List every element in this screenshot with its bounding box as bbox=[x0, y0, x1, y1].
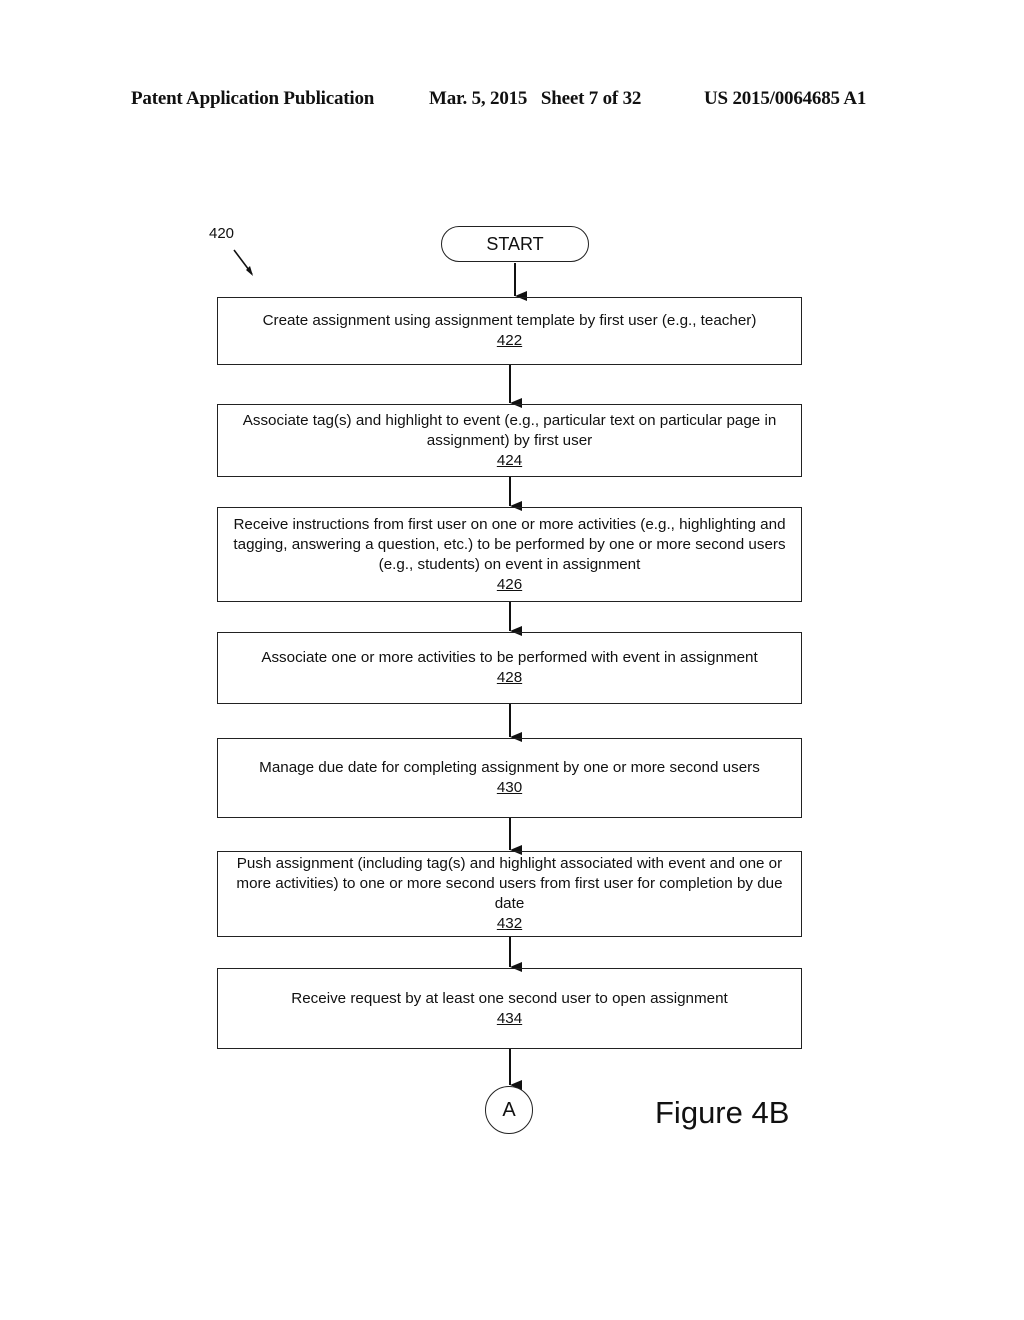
step-box-422: Create assignment using assignment templ… bbox=[217, 297, 802, 365]
step-number: 428 bbox=[496, 669, 523, 686]
step-box-426: Receive instructions from first user on … bbox=[217, 507, 802, 602]
header-date-sheet: Mar. 5, 2015 Sheet 7 of 32 bbox=[429, 88, 642, 109]
step-number: 426 bbox=[496, 575, 523, 593]
reference-arrow bbox=[233, 249, 253, 275]
off-page-connector: A bbox=[485, 1086, 533, 1134]
step-text: Receive instructions from first user on … bbox=[233, 515, 786, 573]
step-number: 432 bbox=[496, 915, 523, 932]
step-text: Associate tag(s) and highlight to event … bbox=[242, 411, 777, 449]
step-text: Associate one or more activities to be p… bbox=[261, 649, 758, 666]
figure-label: Figure 4B bbox=[655, 1095, 790, 1130]
step-text: Receive request by at least one second u… bbox=[291, 989, 728, 1007]
header-patent-number: US 2015/0064685 A1 bbox=[704, 88, 867, 109]
step-number: 424 bbox=[496, 451, 523, 469]
step-box-430: Manage due date for completing assignmen… bbox=[217, 738, 802, 818]
step-number: 422 bbox=[496, 332, 523, 349]
step-box-424: Associate tag(s) and highlight to event … bbox=[217, 404, 802, 477]
step-text: Manage due date for completing assignmen… bbox=[259, 759, 760, 776]
step-box-428: Associate one or more activities to be p… bbox=[217, 632, 802, 704]
reference-arrow-head bbox=[246, 266, 253, 276]
step-text: Create assignment using assignment templ… bbox=[262, 312, 757, 329]
header-publication: Patent Application Publication bbox=[131, 88, 375, 109]
step-text: Push assignment (including tag(s) and hi… bbox=[236, 855, 783, 912]
step-number: 430 bbox=[496, 779, 523, 796]
start-terminal: START bbox=[441, 226, 589, 262]
start-label: START bbox=[486, 233, 544, 254]
step-number: 434 bbox=[496, 1009, 523, 1027]
reference-label: 420 bbox=[209, 225, 235, 242]
step-box-434: Receive request by at least one second u… bbox=[217, 968, 802, 1049]
connector-label: A bbox=[502, 1098, 516, 1121]
step-box-432: Push assignment (including tag(s) and hi… bbox=[217, 851, 802, 937]
